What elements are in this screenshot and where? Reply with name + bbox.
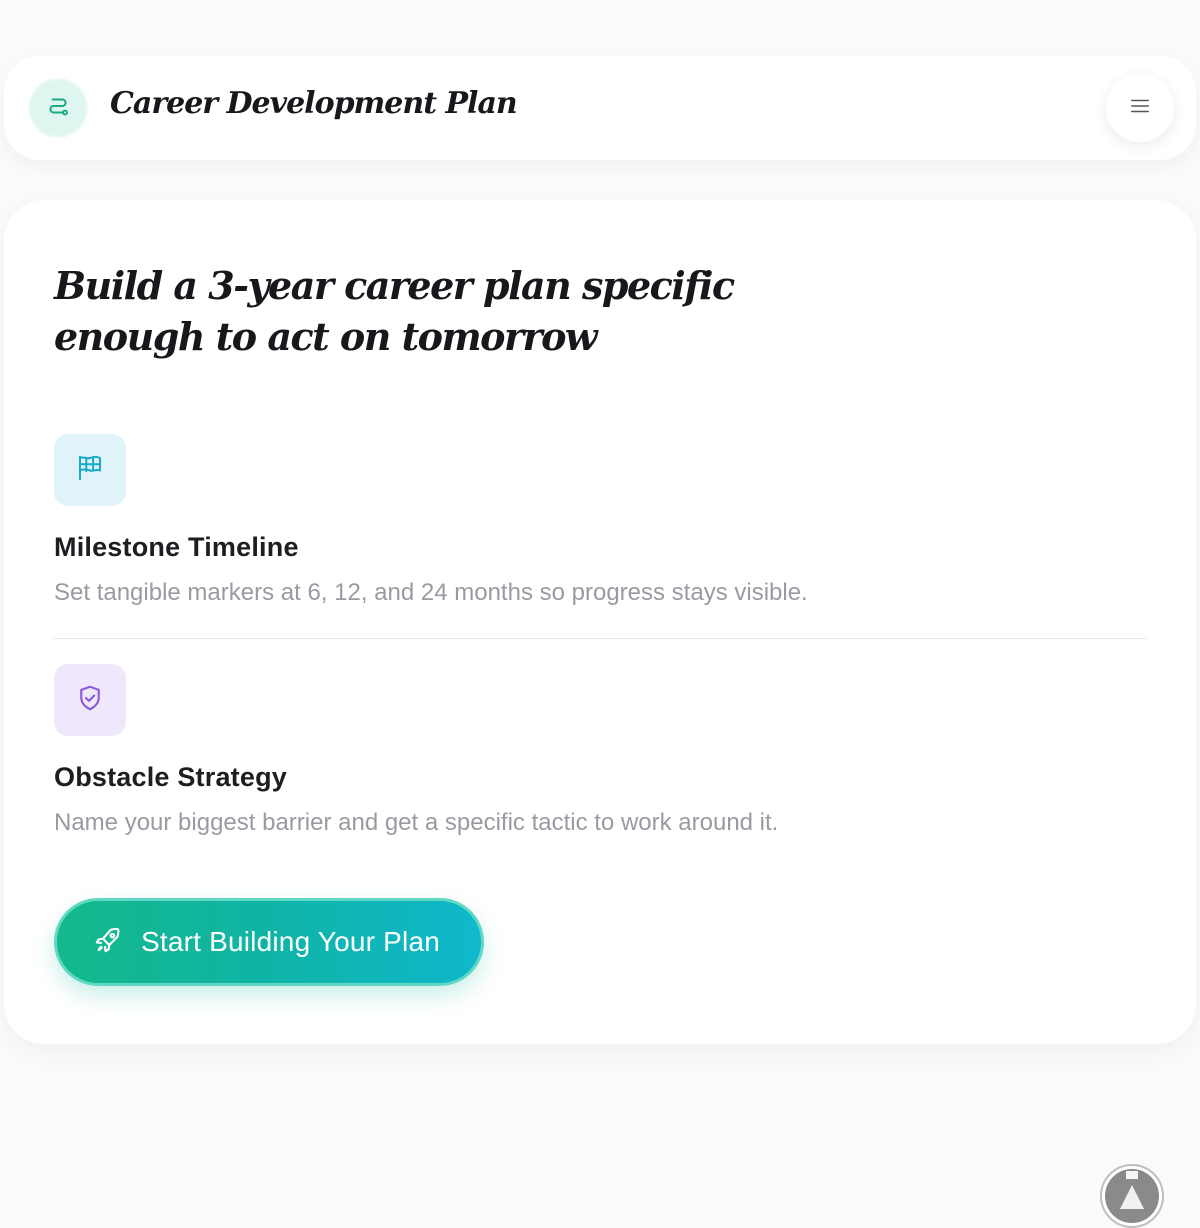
headline-line-1: Build a 3-year career plan specific xyxy=(54,263,735,308)
app-logo xyxy=(28,78,88,138)
feature-milestone-timeline: Milestone Timeline Set tangible markers … xyxy=(54,434,1146,607)
menu-button[interactable] xyxy=(1106,74,1174,142)
feature-title: Milestone Timeline xyxy=(54,532,299,562)
main-card: Build a 3-year career plan specific enou… xyxy=(4,200,1196,1044)
page-headline: Build a 3-year career plan specific enou… xyxy=(54,260,754,362)
feature-icon-tile xyxy=(54,664,126,736)
feature-icon-tile xyxy=(54,434,126,506)
feature-title: Obstacle Strategy xyxy=(54,762,287,792)
app-title: Career Development Plan xyxy=(110,86,518,121)
start-building-plan-button[interactable]: Start Building Your Plan xyxy=(54,898,484,986)
avatar-icon xyxy=(1105,1169,1159,1223)
shield-check-icon xyxy=(75,683,105,718)
flag-icon xyxy=(75,453,105,488)
cta-label: Start Building Your Plan xyxy=(141,926,441,957)
feature-obstacle-strategy: Obstacle Strategy Name your biggest barr… xyxy=(54,664,1146,837)
route-icon xyxy=(45,93,71,124)
hamburger-menu-icon xyxy=(1129,95,1151,122)
divider xyxy=(54,638,1146,639)
feature-description: Name your biggest barrier and get a spec… xyxy=(54,809,779,836)
headline-line-2: enough to act on tomorrow xyxy=(54,314,598,359)
avatar[interactable] xyxy=(1100,1164,1164,1228)
feature-description: Set tangible markers at 6, 12, and 24 mo… xyxy=(54,579,808,606)
app-header: Career Development Plan xyxy=(4,56,1196,160)
rocket-icon xyxy=(93,925,123,960)
